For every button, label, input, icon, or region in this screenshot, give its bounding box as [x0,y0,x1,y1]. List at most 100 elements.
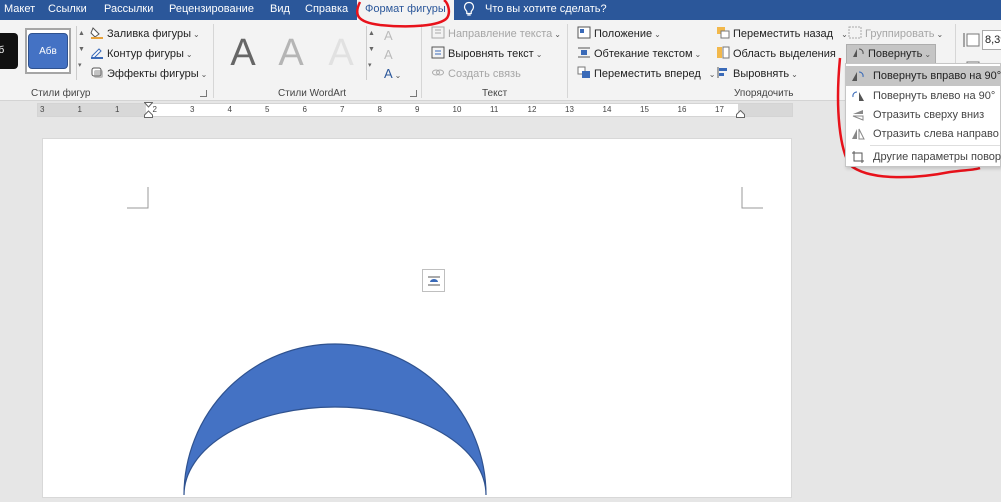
ruler-left-margin [38,104,146,116]
wordart-scroller[interactable]: ▲ ▼ ▾ [366,26,376,80]
tab-shape-format[interactable]: Формат фигуры [357,0,454,21]
margin-corner-top-left [127,187,149,209]
wordart-style-3[interactable]: A [318,28,364,78]
ruler-tick-label: 15 [640,105,649,114]
menu-separator [870,145,1000,146]
layout-options-button[interactable] [422,269,445,292]
ruler-tick-label: 7 [340,105,345,114]
text-direction-icon [431,26,445,39]
group-divider [421,24,422,98]
ruler-tick-label: 1 [77,105,82,114]
horizontal-ruler[interactable]: 3 1 1 2 3 4 5 6 7 8 9 10 11 12 13 14 15 16 17 [37,102,793,118]
wrap-text-button[interactable]: Обтекание текстом ⌄ [577,45,701,63]
text-fill-icon[interactable]: A [384,26,393,45]
wordart-launcher[interactable] [410,90,417,97]
shape-height-input[interactable]: 8,39 [982,30,1001,50]
tab-help[interactable]: Справка [305,3,348,15]
group-objects-button[interactable]: Группировать ⌄ [848,25,943,43]
bring-forward-icon [577,66,590,78]
group-divider [213,24,214,98]
ruler-tick-label: 17 [715,105,724,114]
ruler-tick-label: 5 [265,105,270,114]
align-text-icon [431,46,445,59]
bring-forward-button[interactable]: Переместить вперед ⌄ [577,65,715,83]
align-button[interactable]: Выровнять ⌄ [716,65,798,83]
ruler-tick-label: 9 [415,105,420,114]
indent-marker[interactable] [144,102,153,118]
lightbulb-icon [463,1,475,16]
ruler-tick-label: 1 [115,105,120,114]
shape-outline-label: Контур фигуры [107,48,184,60]
ruler-tick-label: 6 [302,105,307,114]
link-icon [432,69,444,76]
flip-horizontal-item[interactable]: Отразить слева направо [846,124,1001,144]
position-button[interactable]: Положение ⌄ [577,25,661,43]
tab-view[interactable]: Вид [270,3,290,15]
send-backward-button[interactable]: Переместить назад ⌄ [716,25,848,43]
shape-fill-button[interactable]: Заливка фигуры ⌄ [90,25,200,43]
group-label-wordart: Стили WordArt [278,88,347,99]
selection-pane-button[interactable]: Область выделения [716,45,836,63]
ruler-tick-label: 14 [602,105,612,114]
shape-effects-label: Эффекты фигуры [107,68,199,80]
rotate-button[interactable]: Повернуть ⌄ [846,44,937,64]
ruler-tick-label: 8 [377,105,382,114]
layout-options-icon [428,276,440,286]
tab-mailings[interactable]: Рассылки [104,3,153,15]
shape-style-blue[interactable]: Абв [28,33,68,69]
ruler-tick-label: 16 [677,105,687,114]
tab-review[interactable]: Рецензирование [169,3,254,15]
tab-layout[interactable]: Макет [4,3,35,15]
text-effects-icon[interactable]: A ⌄ [384,64,401,85]
rotate-icon [853,48,864,57]
send-backward-icon [717,27,730,39]
rotate-left-icon [852,91,864,101]
position-icon [577,26,591,39]
ruler-tick-label: 10 [452,105,462,114]
ruler-right-margin [738,104,792,116]
shape-outline-button[interactable]: Контур фигуры ⌄ [90,45,193,63]
flip-horizontal-icon [852,128,865,140]
shape-height-icon [963,33,980,47]
ruler-tick-label: 3 [40,105,45,114]
margin-corner-top-right [741,187,763,209]
group-objects-icon [848,26,862,39]
moon-shape[interactable] [178,337,493,502]
ruler-tick-label: 11 [490,105,499,114]
shape-style-dark[interactable]: Аб [0,33,18,69]
rotate-right-icon [852,71,864,81]
text-direction-button[interactable]: Направление текста ⌄ [431,25,561,43]
ribbon-tab-bar: Макет Ссылки Рассылки Рецензирование Вид… [0,0,1001,21]
tell-me-search[interactable]: Что вы хотите сделать? [485,3,607,15]
ruler-tick-label: 3 [190,105,195,114]
group-label-text: Текст [482,88,508,99]
rotate-left-90-item[interactable]: Повернуть влево на 90° [846,86,1001,106]
document-page[interactable] [42,138,792,498]
tab-references[interactable]: Ссылки [48,3,87,15]
create-link-button[interactable]: Создать связь [431,65,521,83]
shape-styles-launcher[interactable] [200,90,207,97]
wrap-text-icon [578,47,590,58]
text-outline-icon[interactable]: A [384,45,393,64]
shape-effects-icon [91,67,103,78]
shape-style-scroller[interactable]: ▲ ▼ ▾ [76,26,86,80]
flip-vertical-item[interactable]: Отразить сверху вниз [846,105,1001,125]
shape-effects-button[interactable]: Эффекты фигуры ⌄ [90,65,207,83]
group-label-arrange: Упорядочить [734,88,794,99]
wordart-style-1[interactable]: A [220,28,266,78]
shape-fill-label: Заливка фигуры [107,28,192,40]
group-divider [567,24,568,98]
more-rotation-options-icon [852,151,864,163]
align-text-button[interactable]: Выровнять текст ⌄ [431,45,542,63]
paint-bucket-icon [90,27,103,39]
ruler-tick-label: 4 [227,105,232,114]
group-label-shape-styles: Стили фигур [31,88,91,99]
ruler-tick-label: 12 [527,105,537,114]
ruler-tick-label: 2 [152,105,157,114]
pencil-icon [91,48,103,59]
right-indent-marker[interactable] [736,110,745,118]
wordart-style-2[interactable]: A [268,28,314,78]
align-objects-icon [717,67,727,78]
rotate-right-90-item[interactable]: Повернуть вправо на 90° [846,66,1001,86]
more-rotation-options-item[interactable]: Другие параметры поворо [846,147,1001,167]
